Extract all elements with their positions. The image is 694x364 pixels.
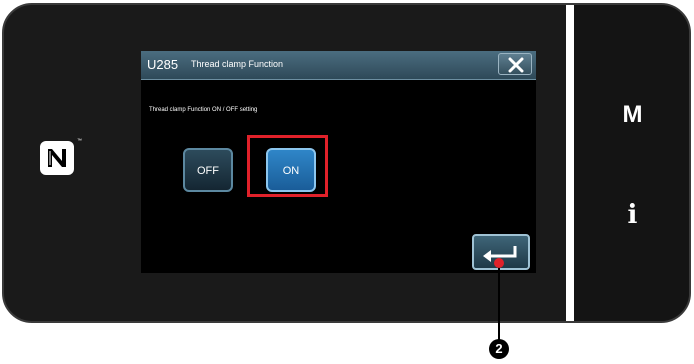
mode-button[interactable]: M	[574, 101, 689, 129]
setting-label: Thread clamp Function ON / OFF setting	[149, 107, 258, 113]
nfc-trademark: ™	[77, 138, 82, 144]
dialog-code: U285	[147, 57, 179, 72]
close-icon	[508, 57, 524, 73]
dialog-screen: U285 Thread clamp Function Thread clamp …	[141, 51, 536, 273]
dialog-titlebar: U285 Thread clamp Function	[141, 51, 536, 80]
nfc-icon	[40, 141, 74, 175]
device-panel: ™ U285 Thread clamp Function Thread clam…	[2, 3, 691, 323]
callout-number-badge: 2	[489, 339, 509, 359]
selection-highlight	[247, 135, 328, 197]
close-button[interactable]	[498, 53, 532, 75]
side-panel: M i	[574, 5, 689, 321]
info-button[interactable]: i	[574, 200, 689, 230]
off-button[interactable]: OFF	[183, 148, 233, 192]
callout-marker-dot	[494, 258, 504, 268]
dialog-title: Thread clamp Function	[191, 59, 284, 69]
panel-divider	[566, 5, 574, 321]
callout-leader-line	[498, 262, 500, 343]
